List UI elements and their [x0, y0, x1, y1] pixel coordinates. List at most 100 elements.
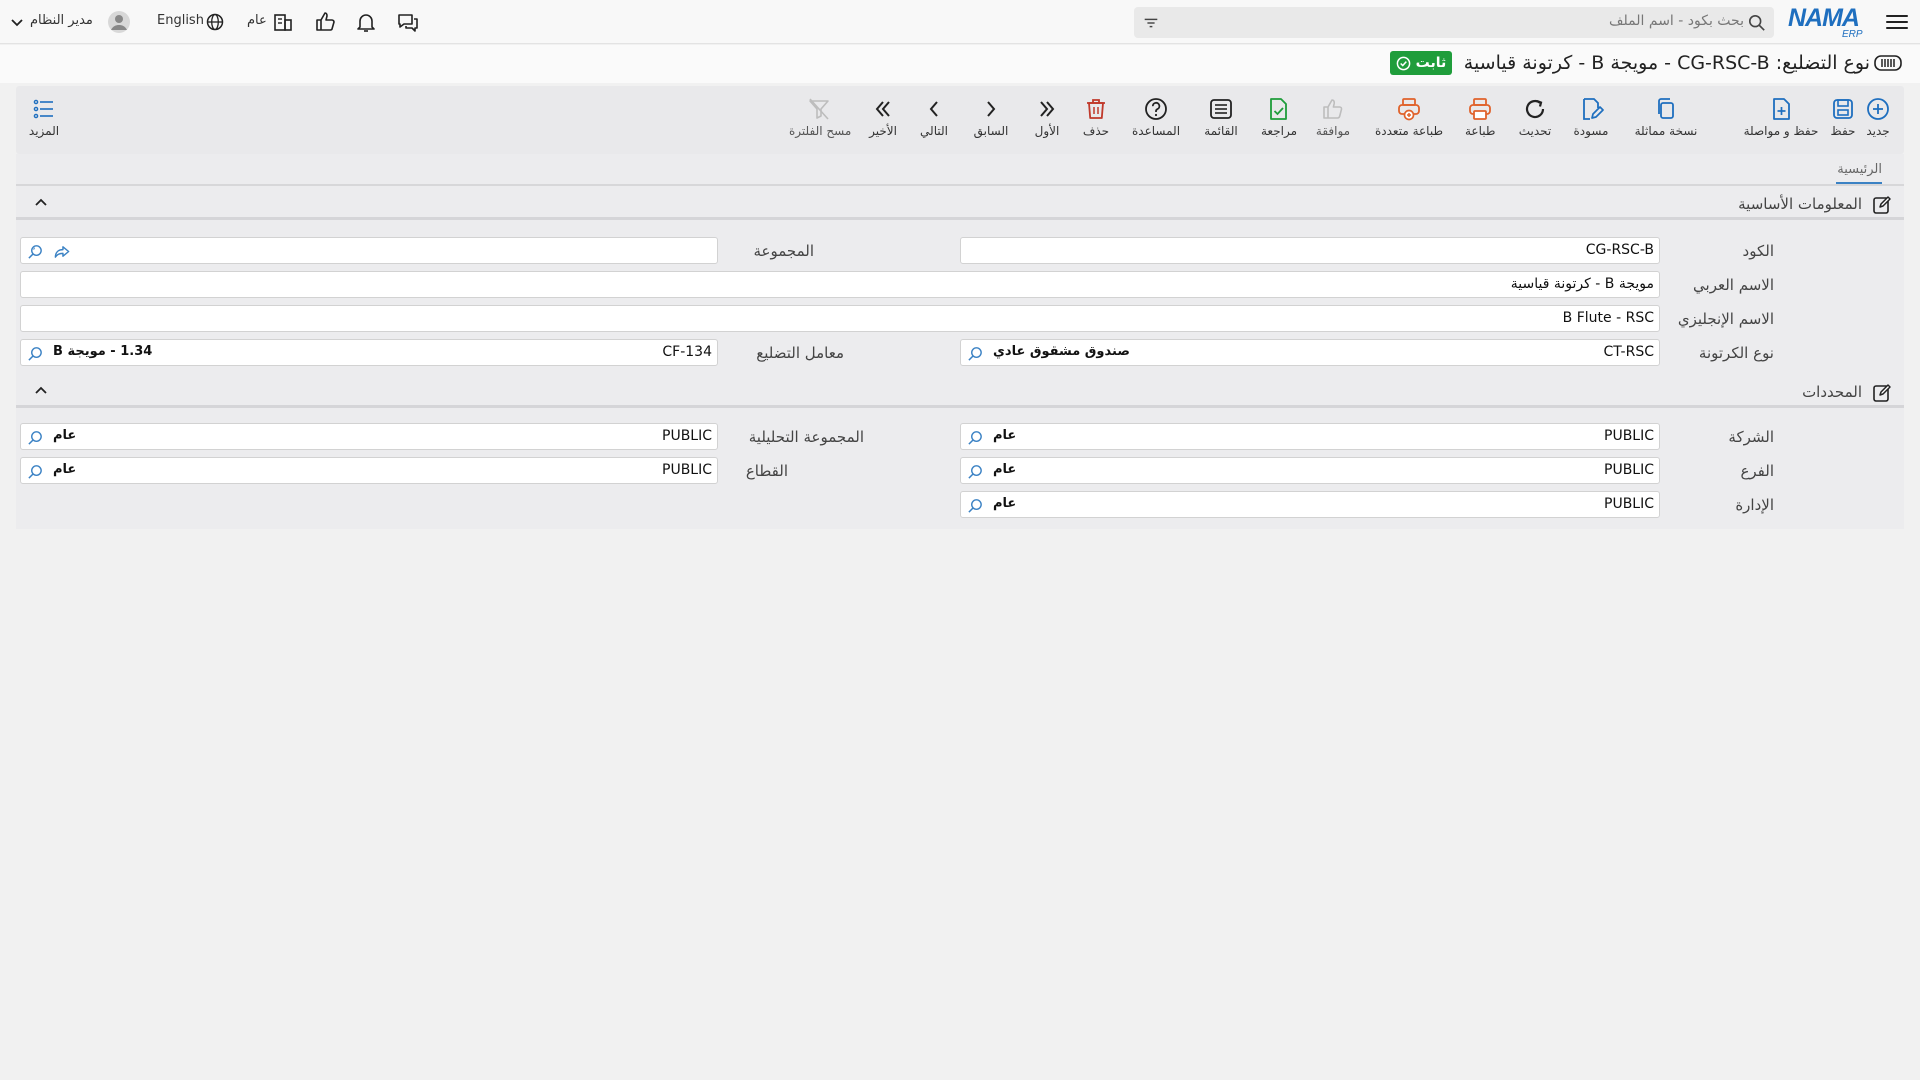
previous-button[interactable]: السابق	[973, 96, 1009, 138]
department-desc: عام	[993, 496, 1017, 511]
clear-filter-button[interactable]: مسح الفلترة	[789, 96, 852, 138]
company-field[interactable]: PUBLIC عام	[960, 423, 1660, 450]
share-icon[interactable]	[53, 243, 71, 260]
lookup-icon[interactable]	[967, 497, 984, 514]
approve-button[interactable]: موافقة	[1314, 96, 1352, 138]
page-header: نوع التضليع: CG-RSC-B - مويجة B - كرتونة…	[0, 45, 1920, 83]
status-badge-label: ثابت	[1415, 55, 1447, 71]
lookup-icon[interactable]	[27, 243, 44, 260]
avatar[interactable]	[107, 10, 131, 34]
chevron-up-icon[interactable]	[34, 195, 48, 209]
carton-type-field[interactable]: CT-RSC صندوق مشقوق عادي	[960, 339, 1660, 366]
dimensions-title: المحددات	[1802, 383, 1862, 401]
more-button[interactable]: المزيد	[28, 96, 60, 138]
duplicate-button[interactable]: نسخة مماثلة	[1634, 96, 1698, 138]
multi-print-label: طباعة متعددة	[1374, 124, 1443, 138]
copy-icon	[1658, 98, 1674, 119]
filter-icon[interactable]	[1142, 14, 1160, 32]
sector-field[interactable]: PUBLIC عام	[20, 457, 718, 484]
chevron-down-icon[interactable]	[10, 16, 24, 30]
dimensions-header[interactable]: المحددات	[16, 378, 1904, 408]
thumbs-up-icon[interactable]	[313, 10, 337, 34]
department-field[interactable]: PUBLIC عام	[960, 491, 1660, 518]
search-input[interactable]: بحث بكود - اسم الملف	[1134, 7, 1774, 38]
next-label: التالي	[920, 124, 948, 138]
nama-logo[interactable]: NAMA ERP	[1786, 2, 1870, 40]
company-label[interactable]: عام	[247, 13, 267, 28]
last-label: الأخير	[869, 124, 897, 138]
basic-info-header[interactable]: المعلومات الأساسية	[16, 190, 1904, 220]
double-chevron-right-icon	[1040, 101, 1055, 117]
multi-print-button[interactable]: طباعة متعددة	[1374, 96, 1444, 138]
sector-label: القطاع	[745, 462, 788, 480]
lookup-icon[interactable]	[967, 463, 984, 480]
lookup-icon[interactable]	[967, 429, 984, 446]
next-button[interactable]: التالي	[918, 96, 950, 138]
barcode-icon	[1874, 55, 1902, 71]
help-label: المساعدة	[1132, 124, 1181, 138]
analytic-group-field[interactable]: PUBLIC عام	[20, 423, 718, 450]
bell-icon[interactable]	[354, 10, 378, 34]
edit-draft-icon	[1583, 98, 1604, 120]
refresh-button[interactable]: تحديث	[1518, 96, 1552, 138]
lookup-icon[interactable]	[967, 345, 984, 362]
print-button[interactable]: طباعة	[1465, 96, 1495, 138]
draft-button[interactable]: مسودة	[1573, 96, 1609, 138]
save-button[interactable]: حفظ	[1828, 96, 1858, 138]
file-check-icon	[1270, 98, 1287, 120]
menu-icon[interactable]	[1886, 12, 1908, 32]
code-field[interactable]: CG-RSC-B	[960, 237, 1660, 264]
sector-code: PUBLIC	[662, 462, 712, 478]
content-background	[0, 529, 1920, 1080]
svg-text:ERP: ERP	[1842, 29, 1863, 40]
analytic-group-code: PUBLIC	[662, 428, 712, 444]
help-button[interactable]: المساعدة	[1132, 96, 1180, 138]
company-icon[interactable]	[271, 10, 295, 34]
code-label: الكود	[1742, 242, 1774, 260]
chevron-up-icon[interactable]	[34, 383, 48, 397]
refresh-label: تحديث	[1518, 124, 1552, 138]
company-code: PUBLIC	[1604, 428, 1654, 444]
previous-label: السابق	[973, 124, 1009, 138]
tab-divider	[16, 184, 1904, 186]
branch-field[interactable]: PUBLIC عام	[960, 457, 1660, 484]
flute-factor-field[interactable]: CF-134 1.34 - مويجة B	[20, 339, 718, 366]
company-desc: عام	[993, 428, 1017, 443]
last-button[interactable]: الأخير	[868, 96, 898, 138]
arabic-name-field[interactable]: مويجة B - كرتونة قياسية	[20, 271, 1660, 298]
chevron-right-icon	[987, 101, 996, 117]
lookup-icon[interactable]	[27, 463, 44, 480]
branch-label: الفرع	[1740, 462, 1774, 480]
basic-info-title: المعلومات الأساسية	[1738, 195, 1862, 213]
check-circle-icon	[1396, 56, 1411, 70]
delete-button[interactable]: حذف	[1082, 96, 1110, 138]
save-continue-button[interactable]: حفظ و مواصلة	[1743, 96, 1819, 138]
english-name-field[interactable]: B Flute - RSC	[20, 305, 1660, 332]
duplicate-label: نسخة مماثلة	[1634, 124, 1698, 138]
trash-icon	[1087, 99, 1105, 119]
tab-main[interactable]: الرئيسية	[1837, 162, 1882, 177]
group-field[interactable]	[20, 237, 718, 264]
user-name[interactable]: مدير النظام	[30, 13, 93, 28]
list-icon	[1210, 99, 1232, 119]
language-switch[interactable]: English	[157, 13, 204, 28]
search-placeholder: بحث بكود - اسم الملف	[1609, 13, 1744, 29]
review-button[interactable]: مراجعة	[1261, 96, 1297, 138]
approve-label: موافقة	[1315, 124, 1351, 138]
department-code: PUBLIC	[1604, 496, 1654, 512]
analytic-group-label: المجموعة التحليلية	[748, 428, 864, 446]
lookup-icon[interactable]	[27, 345, 44, 362]
lookup-icon[interactable]	[27, 429, 44, 446]
globe-icon[interactable]	[205, 12, 225, 32]
new-button[interactable]: جديد	[1864, 96, 1892, 138]
save-label: حفظ	[1830, 124, 1856, 138]
multi-printer-icon	[1398, 98, 1420, 121]
arabic-name-value: مويجة B - كرتونة قياسية	[1510, 276, 1654, 292]
list-button[interactable]: القائمة	[1204, 96, 1238, 138]
toolbar: جديد حفظ حفظ و مواصلة نسخة مماثلة مسودة …	[16, 86, 1904, 154]
chat-icon[interactable]	[396, 10, 420, 34]
first-button[interactable]: الأول	[1033, 96, 1061, 138]
clear-filter-label: مسح الفلترة	[789, 124, 852, 138]
draft-label: مسودة	[1573, 124, 1609, 138]
flute-factor-label: معامل التضليع	[756, 344, 844, 362]
